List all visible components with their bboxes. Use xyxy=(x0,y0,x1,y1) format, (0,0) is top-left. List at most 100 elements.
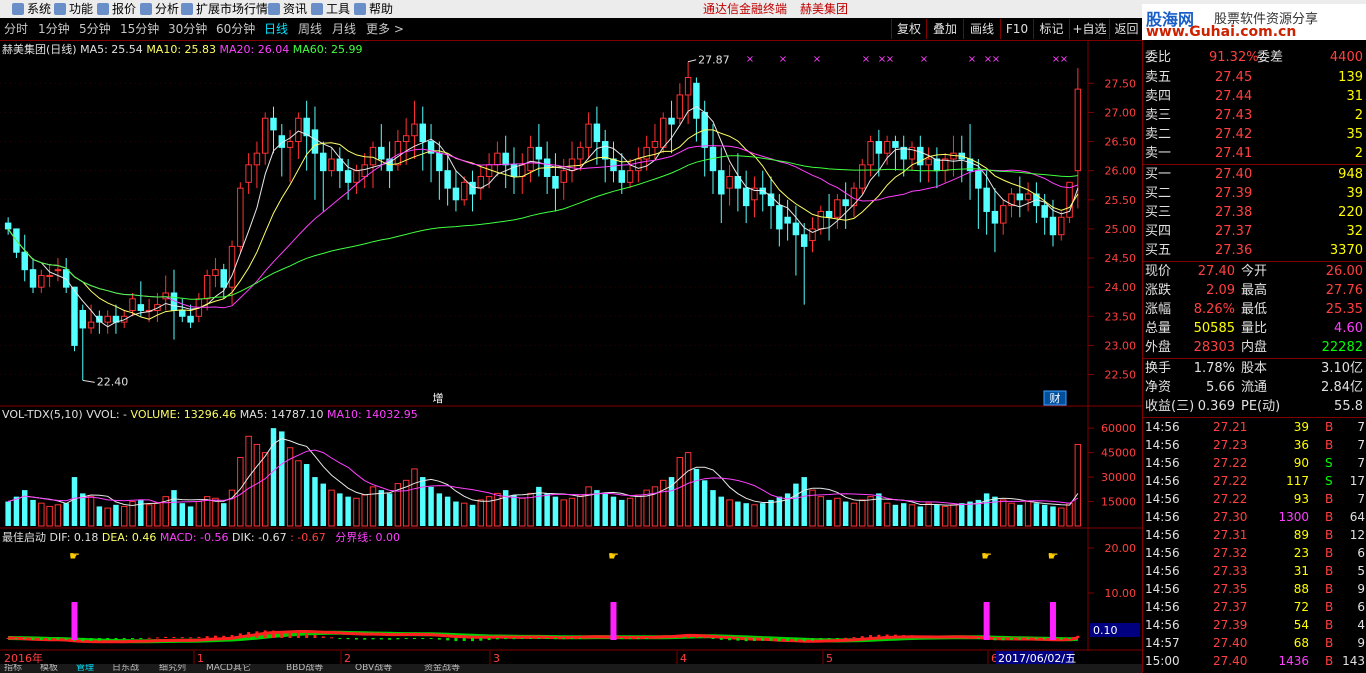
bottom-tab[interactable]: OBV战等 xyxy=(355,664,392,673)
bottom-tab[interactable]: 指标 xyxy=(4,664,22,673)
macd-bar xyxy=(703,637,707,639)
toolbar-button[interactable]: 复权 xyxy=(891,19,926,39)
macd-bar xyxy=(935,636,939,638)
macd-bar xyxy=(97,638,101,641)
tick-time: 14:56 xyxy=(1145,546,1180,560)
timeframe-tab[interactable]: 月线 xyxy=(332,18,356,40)
stat-label: 最低 xyxy=(1241,302,1268,317)
volume-bar xyxy=(892,504,899,526)
timeframe-tab[interactable]: 30分钟 xyxy=(168,18,207,40)
tick-volume: 117 xyxy=(1286,474,1309,488)
candle-body xyxy=(71,286,78,346)
tick-count: 7 xyxy=(1357,456,1365,470)
buy-level-volume: 948 xyxy=(1338,167,1363,182)
menu-tools[interactable]: 工具 xyxy=(311,0,350,18)
volume-bar xyxy=(469,504,476,526)
timeframe-tab[interactable]: 15分钟 xyxy=(120,18,159,40)
tick-price: 27.22 xyxy=(1213,474,1248,488)
macd-bar xyxy=(786,638,790,642)
bottom-tab[interactable]: 模板 xyxy=(40,664,58,673)
kline-chart[interactable]: ☛☛☛☛☛ 27.5027.0026.5026.0025.5025.0024.5… xyxy=(0,40,1142,673)
candle-body xyxy=(825,210,833,218)
tick-direction: B xyxy=(1325,492,1334,506)
tick-time: 14:56 xyxy=(1145,474,1180,488)
timeframe-tab[interactable]: 分时 xyxy=(4,18,28,40)
menu-function[interactable]: 功能 xyxy=(54,0,93,18)
macd-bar xyxy=(180,637,184,639)
timeframe-tab[interactable]: 日线 xyxy=(264,18,288,40)
menu-news[interactable]: 资讯 xyxy=(268,0,307,18)
fundamental-label: 换手 xyxy=(1145,361,1172,376)
volume-bar xyxy=(876,493,882,526)
volume-bar xyxy=(320,483,326,526)
menu-analysis[interactable]: 分析 xyxy=(140,0,179,18)
bottom-tab[interactable]: BBD战等 xyxy=(286,664,323,673)
candle-body xyxy=(477,175,485,189)
buy-level-volume: 39 xyxy=(1346,186,1363,201)
macd-bar xyxy=(537,638,541,639)
stat-label: 内盘 xyxy=(1241,340,1268,355)
menu-label: 功能 xyxy=(69,2,94,16)
timeframe-tab[interactable]: 周线 xyxy=(298,18,322,40)
signal-hand-icon: ☛ xyxy=(69,549,80,563)
toolbar-button[interactable]: 画线 xyxy=(963,19,1000,39)
signal-x-marker: × xyxy=(862,54,870,65)
toolbar-button[interactable]: 叠加 xyxy=(926,19,963,39)
timeframe-tab[interactable]: 5分钟 xyxy=(79,18,111,40)
sell-level-label: 卖三 xyxy=(1145,108,1172,123)
macd-bar xyxy=(686,635,690,638)
volume-bar xyxy=(1024,501,1032,527)
macd-bar xyxy=(529,638,533,639)
volume-bar xyxy=(221,503,227,526)
candle-body xyxy=(286,141,294,148)
macd-bar xyxy=(446,638,450,641)
tick-direction: S xyxy=(1325,456,1333,470)
bottom-tab[interactable]: 资金战等 xyxy=(424,664,460,673)
timeframe-tab[interactable]: 更多 > xyxy=(366,18,404,40)
buy-level-price: 27.38 xyxy=(1215,205,1253,220)
toolbar-button[interactable]: 返回 xyxy=(1109,19,1143,39)
macd-bar xyxy=(1076,635,1080,638)
volume-bar xyxy=(444,496,451,526)
market-icon xyxy=(181,3,193,15)
macd-bar xyxy=(205,636,209,638)
macd-bar xyxy=(877,634,881,638)
event-marker-cai[interactable]: 财 xyxy=(1050,391,1061,405)
bottom-tab[interactable]: MACD其它 xyxy=(206,664,251,673)
volume-axis-label: 30000 xyxy=(1101,471,1136,484)
tick-count: 17 xyxy=(1349,474,1365,488)
legend-ma10: MA10: 25.83 xyxy=(146,43,217,56)
tick-time: 14:56 xyxy=(1145,582,1180,596)
tick-time: 14:56 xyxy=(1145,420,1180,434)
timeframe-tab[interactable]: 60分钟 xyxy=(216,18,255,40)
volume-bar xyxy=(104,507,111,527)
tick-direction: S xyxy=(1325,474,1333,488)
low-annotation: 22.40 xyxy=(97,375,128,388)
macd-bar xyxy=(379,638,383,640)
volume-bar xyxy=(436,493,443,526)
menu-quote[interactable]: 报价 xyxy=(97,0,136,18)
timeframe-tab[interactable]: 1分钟 xyxy=(38,18,70,40)
bottom-tab[interactable]: 日东战 xyxy=(112,664,139,673)
weibi-label: 委比 xyxy=(1145,50,1172,65)
sell-level-price: 27.44 xyxy=(1215,89,1253,104)
toolbar-button[interactable]: 标记 xyxy=(1033,19,1069,39)
quote-icon xyxy=(97,3,109,15)
menu-market[interactable]: 扩展市场行情 xyxy=(181,0,268,18)
macd-bar xyxy=(802,638,806,642)
tick-row: 14:57 27.40 68 B 9 xyxy=(1143,634,1366,652)
macd-bar xyxy=(197,636,201,638)
buy-level-label: 买五 xyxy=(1145,243,1172,258)
macd-bar xyxy=(943,637,947,639)
tick-row: 14:56 27.39 54 B 4 xyxy=(1143,616,1366,634)
event-marker-zeng[interactable]: 增 xyxy=(433,391,444,405)
volume-bar xyxy=(30,499,36,526)
bottom-tab[interactable]: 细究列 xyxy=(159,664,186,673)
dif-line xyxy=(8,630,1079,644)
bottom-tab[interactable]: 管理 xyxy=(76,664,94,673)
toolbar-button[interactable]: +自选 xyxy=(1069,19,1109,39)
toolbar-button[interactable]: F10 xyxy=(1000,19,1033,39)
menu-help[interactable]: 帮助 xyxy=(354,0,393,18)
menu-system[interactable]: 系统 xyxy=(12,0,51,18)
macd-bar xyxy=(189,637,193,639)
